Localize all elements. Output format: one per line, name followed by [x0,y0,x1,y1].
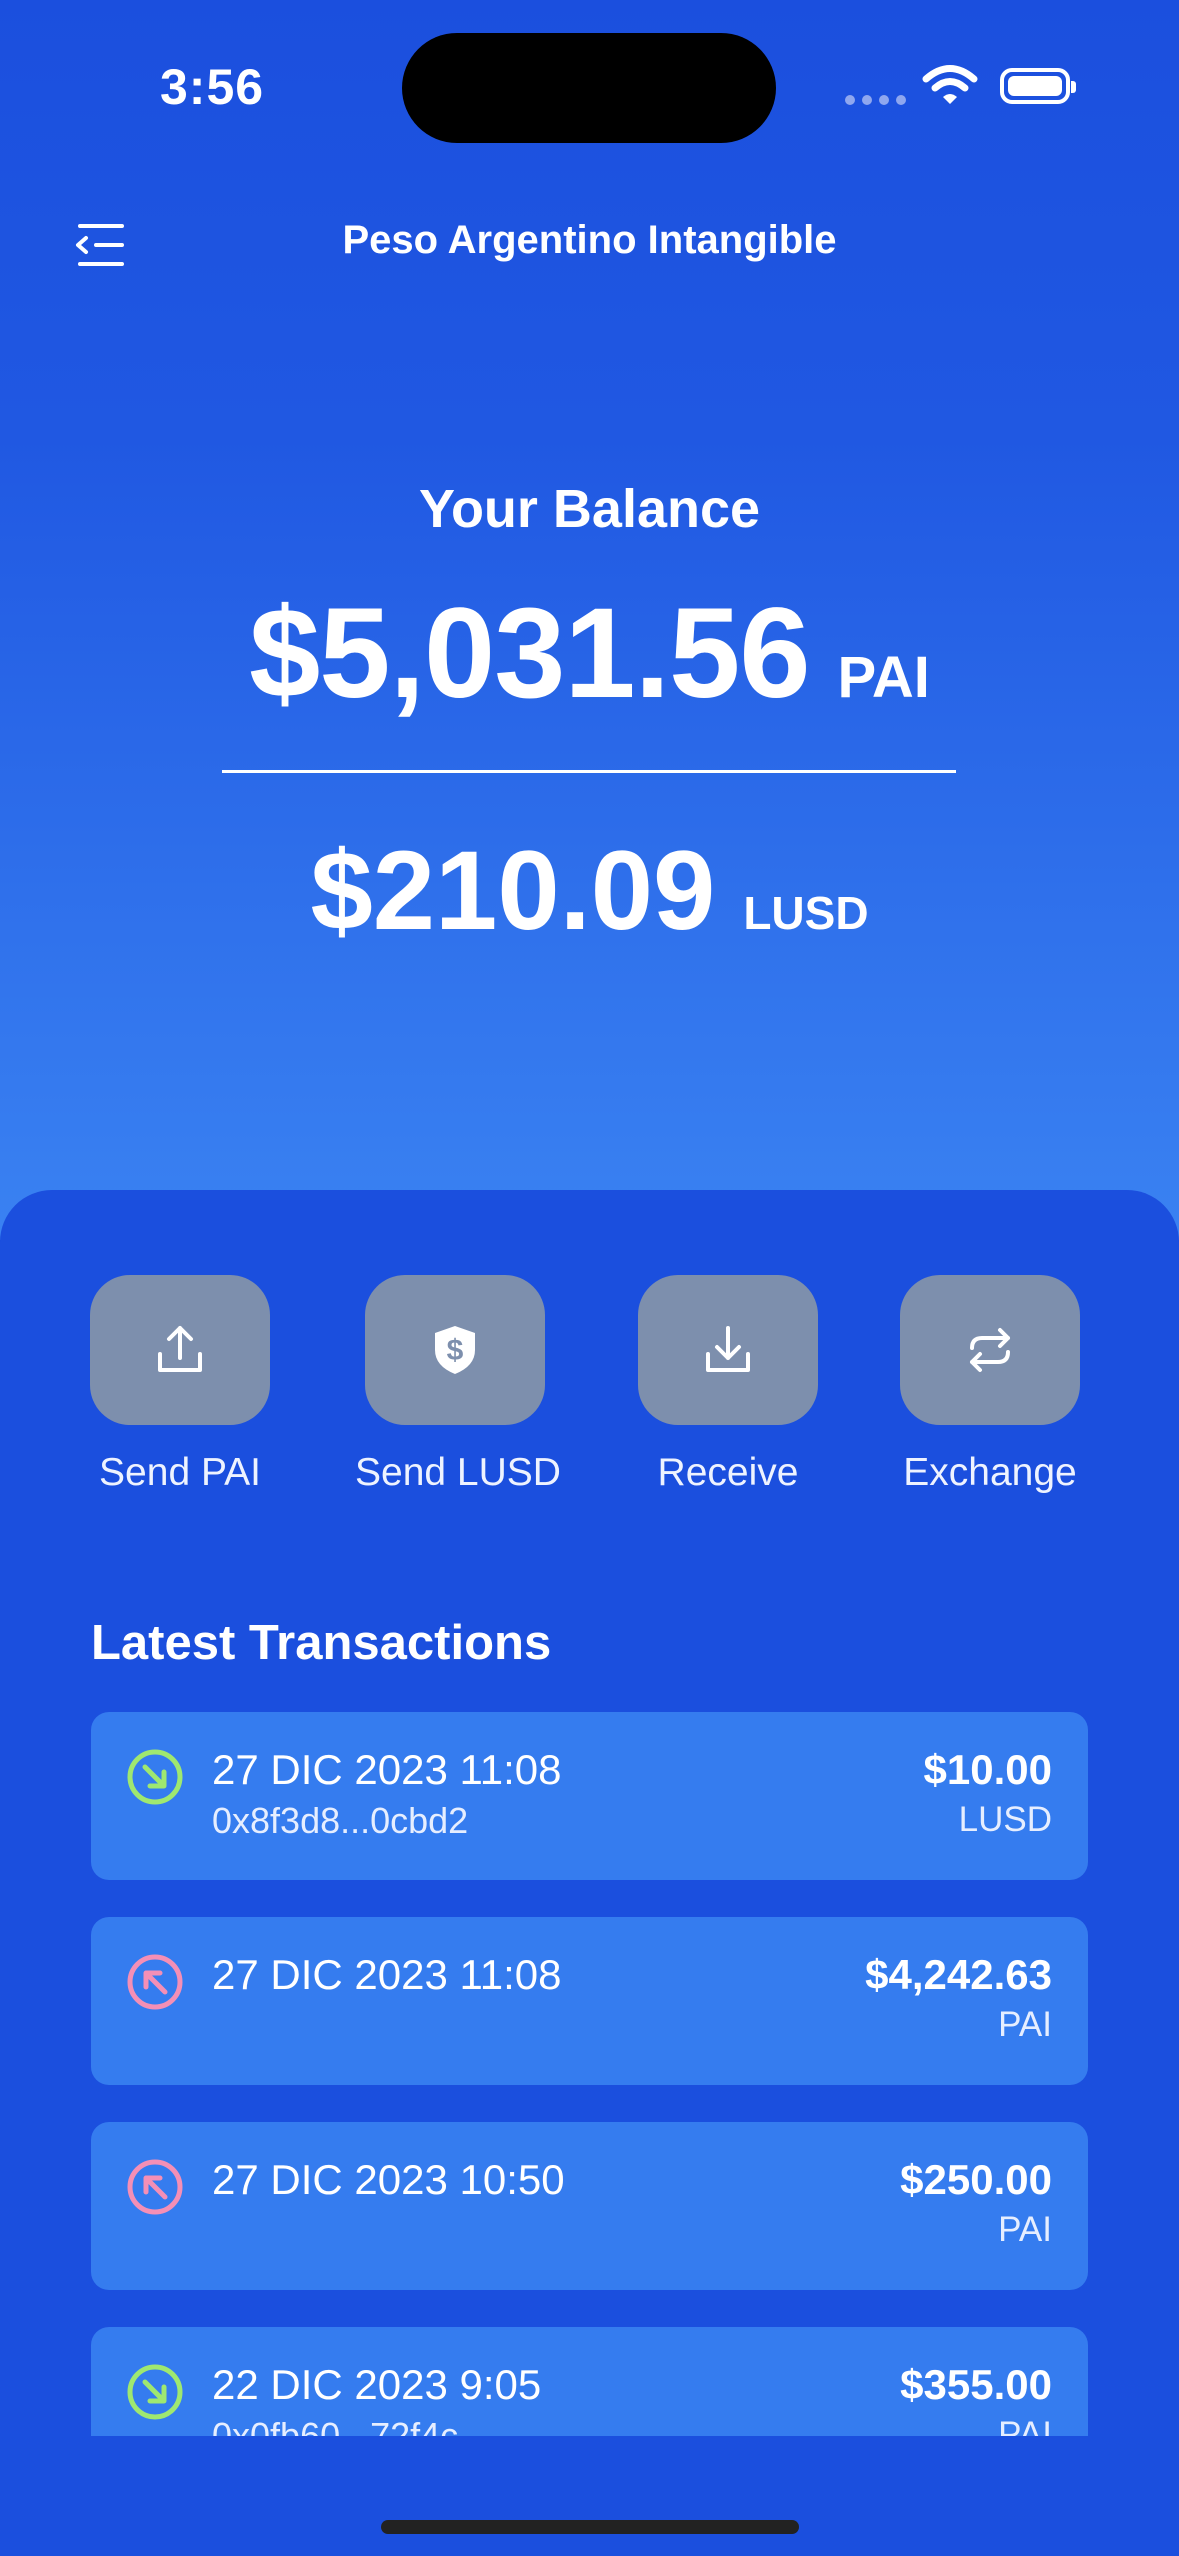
lusd-balance-unit: LUSD [743,887,869,939]
transaction-currency: PAI [998,2210,1052,2249]
lusd-balance-amount: $210.09 [310,828,716,953]
transaction-amount: $10.00 [923,1746,1052,1793]
receive-button[interactable]: Receive [628,1275,828,1495]
transaction-row[interactable]: 22 DIC 2023 9:05 0x0fb60...72f4c $355.00… [91,2327,1088,2436]
incoming-arrow-icon [127,1749,183,1805]
transaction-date: 22 DIC 2023 9:05 [212,2361,542,2408]
pai-balance-unit: PAI [837,645,930,710]
dollar-shield-icon: $ [435,1326,475,1374]
svg-text:$: $ [447,1334,464,1367]
download-icon [706,1326,750,1372]
send-lusd-tile[interactable]: $ [365,1275,545,1425]
upload-icon [158,1326,202,1372]
lusd-balance: $210.09 LUSD [0,826,1179,955]
home-indicator[interactable] [381,2520,799,2534]
exchange-tile[interactable] [900,1275,1080,1425]
status-time: 3:56 [160,59,265,115]
wifi-icon [922,64,978,113]
send-pai-tile[interactable] [90,1275,270,1425]
transaction-row[interactable]: 27 DIC 2023 10:50 $250.00 PAI [91,2122,1088,2290]
exchange-label: Exchange [903,1451,1077,1494]
outgoing-arrow-icon [127,2159,183,2215]
transaction-currency: PAI [998,2005,1052,2044]
balance-label: Your Balance [418,479,761,539]
battery-icon [1000,68,1076,104]
transaction-address: 0x8f3d8...0cbd2 [212,1800,469,1841]
transaction-amount: $355.00 [900,2361,1052,2408]
transaction-row[interactable]: 27 DIC 2023 11:08 $4,242.63 PAI [91,1917,1088,2085]
transaction-date: 27 DIC 2023 11:08 [212,1746,562,1793]
send-pai-button[interactable]: Send PAI [80,1275,280,1495]
receive-label: Receive [657,1451,799,1494]
transaction-currency: LUSD [958,1800,1052,1839]
exchange-button[interactable]: Exchange [890,1275,1090,1495]
balance-divider [222,770,956,773]
pai-balance-amount: $5,031.56 [249,582,810,725]
outgoing-arrow-icon [127,1954,183,2010]
send-lusd-label: Send LUSD [355,1451,561,1494]
transaction-date: 27 DIC 2023 11:08 [212,1951,562,1998]
exchange-icon [970,1328,1010,1372]
app-title: Peso Argentino Intangible [342,218,837,262]
latest-transactions-title: Latest Transactions [91,1616,552,1670]
cellular-signal-icon [845,95,906,105]
transaction-date: 27 DIC 2023 10:50 [212,2156,565,2203]
transactions-list[interactable]: 27 DIC 2023 11:08 0x8f3d8...0cbd2 $10.00… [91,1712,1088,2436]
dynamic-island [402,33,776,143]
pai-balance: $5,031.56 PAI [0,580,1179,727]
transaction-address: 0x0fb60...72f4c [212,2415,459,2436]
transaction-currency: PAI [998,2415,1052,2436]
transaction-row[interactable]: 27 DIC 2023 11:08 0x8f3d8...0cbd2 $10.00… [91,1712,1088,1880]
send-pai-label: Send PAI [99,1451,261,1494]
transaction-amount: $250.00 [900,2156,1052,2203]
incoming-arrow-icon [127,2364,183,2420]
receive-tile[interactable] [638,1275,818,1425]
transaction-amount: $4,242.63 [865,1951,1052,1998]
send-lusd-button[interactable]: $ Send LUSD [355,1275,561,1495]
